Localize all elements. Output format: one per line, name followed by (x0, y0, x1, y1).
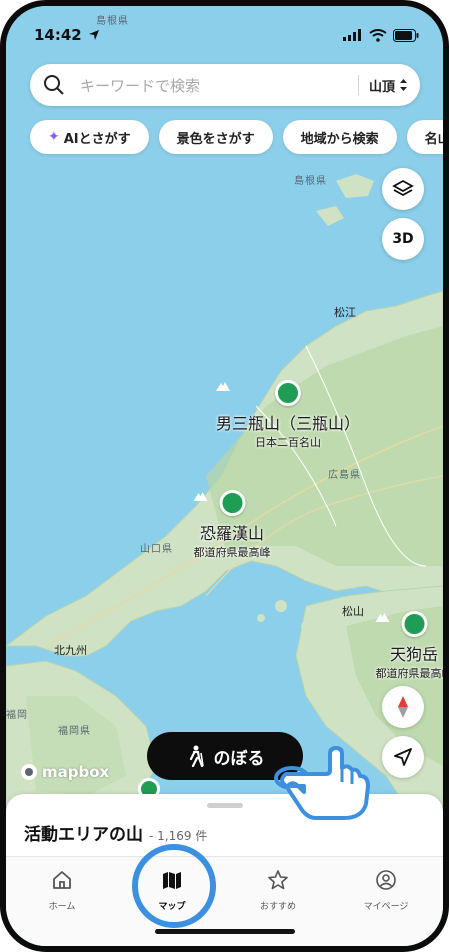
sheet-grabber[interactable] (206, 803, 243, 808)
sheet-header: 活動エリアの山 - 1,169 件 (24, 820, 207, 845)
peak-subtitle: 都道府県最高峰 (193, 546, 271, 559)
chip-famous-mountains[interactable]: 名山 (406, 120, 449, 154)
region-label-hiroshima: 広島県 (328, 470, 361, 481)
tab-bar: ホーム マップ おすすめ マイページ (6, 856, 443, 946)
layers-icon (392, 179, 414, 197)
peak-subtitle: 日本二百名山 (254, 436, 321, 449)
current-location-button[interactable] (382, 736, 424, 778)
cellular-signal-icon (343, 29, 361, 41)
chip-label: 景色をさがす (176, 131, 255, 147)
sort-toggle-icon (400, 79, 407, 91)
hand-pointer-icon (274, 746, 370, 820)
peak-name: 男三瓶山（三瓶山） (215, 414, 361, 433)
navigation-arrow-icon (394, 748, 412, 766)
home-icon (53, 871, 71, 889)
peak-marker-tengu[interactable]: 天狗岳 都道府県最高峰 (375, 611, 449, 681)
chip-region-search[interactable]: 地域から検索 (282, 120, 397, 154)
region-label-yamaguchi: 山口県 (140, 544, 173, 555)
bottom-sheet[interactable]: 活動エリアの山 - 1,169 件 (6, 794, 443, 864)
star-icon (268, 870, 288, 890)
chip-ai-search[interactable]: ✦ AIとさがす (30, 120, 149, 154)
sheet-title: 活動エリアの山 (24, 825, 143, 845)
sort-label: 山頂 (368, 79, 395, 95)
mapbox-logo-icon (21, 764, 37, 780)
three-d-button[interactable]: 3D (382, 218, 424, 260)
region-label-fukuoka: 福岡県 (58, 726, 91, 737)
chip-scenery-search[interactable]: 景色をさがす (158, 120, 273, 154)
climb-label: のぼる (213, 748, 265, 769)
location-arrow-icon (88, 30, 99, 40)
sort-selector[interactable]: 山頂 (359, 76, 420, 95)
mapbox-label: mapbox (42, 763, 110, 781)
peak-marker-sanbe[interactable]: 男三瓶山（三瓶山） 日本二百名山 (215, 380, 361, 450)
chip-label: AIとさがす (63, 131, 131, 147)
peak-name: 恐羅漢山 (199, 524, 264, 543)
three-d-label: 3D (392, 231, 414, 247)
search-bar[interactable]: キーワードで検索 山頂 (30, 64, 420, 106)
chip-label: 名山 (424, 131, 449, 147)
region-label-fukuoka-edge: 福岡 (6, 710, 28, 721)
tab-label: おすすめ (259, 902, 296, 912)
mountain-icon (193, 490, 245, 516)
user-icon (376, 870, 396, 890)
sheet-count: - 1,169 件 (149, 829, 208, 843)
compass-button[interactable] (382, 686, 424, 728)
battery-icon (393, 28, 419, 42)
home-indicator (154, 929, 295, 934)
phone-frame: 島根県 島根県 広島県 山口県 福岡県 福岡 松江 松山 北九州 男三瓶山（三瓶… (0, 0, 449, 952)
mapbox-attribution: mapbox (20, 763, 109, 781)
city-label-matsuyama: 松山 (342, 605, 364, 618)
search-placeholder[interactable]: キーワードで検索 (80, 75, 358, 96)
highlight-ring (132, 844, 216, 928)
compass-icon (398, 696, 408, 718)
tab-recommended[interactable]: おすすめ (238, 869, 318, 912)
tab-label: マイページ (363, 902, 409, 912)
mountain-icon (215, 380, 301, 406)
peak-name: 天狗岳 (389, 645, 438, 664)
tab-label: ホーム (48, 902, 76, 912)
peak-subtitle: 都道府県最高峰 (375, 667, 449, 680)
layers-button[interactable] (382, 168, 424, 210)
region-label-shimane: 島根県 (294, 176, 327, 187)
search-icon (44, 75, 64, 95)
status-time: 14:42 (34, 26, 82, 44)
filter-chips: ✦ AIとさがす 景色をさがす 地域から検索 名山 (30, 120, 449, 154)
chip-label: 地域から検索 (300, 131, 379, 147)
tab-mypage[interactable]: マイページ (346, 869, 426, 912)
wifi-icon (369, 28, 387, 42)
city-label-matsue: 松江 (334, 306, 356, 319)
sparkle-icon: ✦ (48, 129, 60, 145)
status-bar: 14:42 (34, 24, 419, 46)
city-label-kitakyushu: 北九州 (54, 644, 87, 657)
hiker-icon (189, 745, 204, 767)
mountain-icon (375, 611, 427, 637)
tab-home[interactable]: ホーム (22, 869, 102, 912)
peak-marker-osorakan[interactable]: 恐羅漢山 都道府県最高峰 (193, 490, 271, 560)
